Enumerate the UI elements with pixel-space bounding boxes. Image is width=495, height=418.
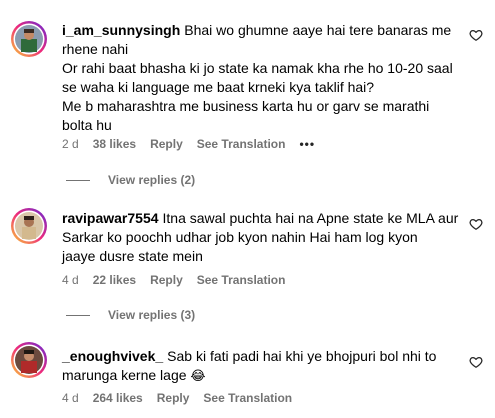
comment-meta: 2 d 38 likes Reply See Translation ••• <box>62 137 315 151</box>
avatar[interactable] <box>10 341 48 379</box>
more-options-icon[interactable]: ••• <box>299 137 315 151</box>
comment-meta: 4 d 22 likes Reply See Translation <box>62 273 285 287</box>
comment-line: Sab ki fati padi hai khi ye bhojpuri bol… <box>167 348 437 364</box>
see-translation-button[interactable]: See Translation <box>197 273 286 287</box>
comment-age[interactable]: 4 d <box>62 391 79 405</box>
view-replies-divider <box>66 179 90 181</box>
comment-line: Or rahi baat bhasha ki jo state ka namak… <box>62 60 453 76</box>
comment-username[interactable]: ravipawar7554 <box>62 210 159 226</box>
comment-body: i_am_sunnysingh Bhai wo ghumne aaye hai t… <box>62 21 462 135</box>
comment-text: i_am_sunnysingh Bhai wo ghumne aaye hai t… <box>62 21 462 135</box>
comment-username[interactable]: _enoughvivek_ <box>62 348 163 364</box>
view-replies-button[interactable]: View replies (3) <box>66 308 195 322</box>
comment-meta: 4 d 264 likes Reply See Translation <box>62 391 292 405</box>
comment-username[interactable]: i_am_sunnysingh <box>62 22 180 38</box>
comment-line: Me b maharashtra me business karta hu or… <box>62 98 430 114</box>
view-replies-label: View replies (2) <box>108 173 196 187</box>
comment-body: _enoughvivek_ Sab ki fati padi hai khi ye… <box>62 347 462 385</box>
comment-age[interactable]: 2 d <box>62 137 79 151</box>
reply-button[interactable]: Reply <box>150 137 183 151</box>
heart-outline-icon[interactable] <box>469 355 483 369</box>
comment-line: Sarkar ko poochh udhar job kyon nahin Ha… <box>62 229 418 245</box>
comment-line: marunga kerne lage <box>62 367 187 383</box>
view-replies-button[interactable]: View replies (2) <box>66 173 195 187</box>
comment-line: jaaye dusre state mein <box>62 248 203 264</box>
comment-text: _enoughvivek_ Sab ki fati padi hai khi ye… <box>62 347 462 385</box>
comment-line: bolta hu <box>62 117 112 133</box>
comment-body: ravipawar7554 Itna sawal puchta hai na Ap… <box>62 209 462 266</box>
avatar[interactable] <box>10 207 48 245</box>
view-replies-label: View replies (3) <box>108 308 196 322</box>
likes-count[interactable]: 22 likes <box>93 273 136 287</box>
reply-button[interactable]: Reply <box>150 273 183 287</box>
see-translation-button[interactable]: See Translation <box>197 137 286 151</box>
comment-line: Itna sawal puchta hai na Apne state ke M… <box>162 210 459 226</box>
avatar[interactable] <box>10 20 48 58</box>
comment-line: se waha ki language me baat krneki kya t… <box>62 79 375 95</box>
comment-line: Bhai wo ghumne aaye hai tere banaras me <box>184 22 452 38</box>
view-replies-divider <box>66 314 90 316</box>
likes-count[interactable]: 38 likes <box>93 137 136 151</box>
comment-age[interactable]: 4 d <box>62 273 79 287</box>
likes-count[interactable]: 264 likes <box>93 391 143 405</box>
laughing-emoji-icon: 😂 <box>190 368 206 383</box>
heart-outline-icon[interactable] <box>469 28 483 42</box>
heart-outline-icon[interactable] <box>469 217 483 231</box>
comment-text: ravipawar7554 Itna sawal puchta hai na Ap… <box>62 209 462 266</box>
see-translation-button[interactable]: See Translation <box>203 391 292 405</box>
comment-line: rhene nahi <box>62 41 129 57</box>
reply-button[interactable]: Reply <box>157 391 190 405</box>
